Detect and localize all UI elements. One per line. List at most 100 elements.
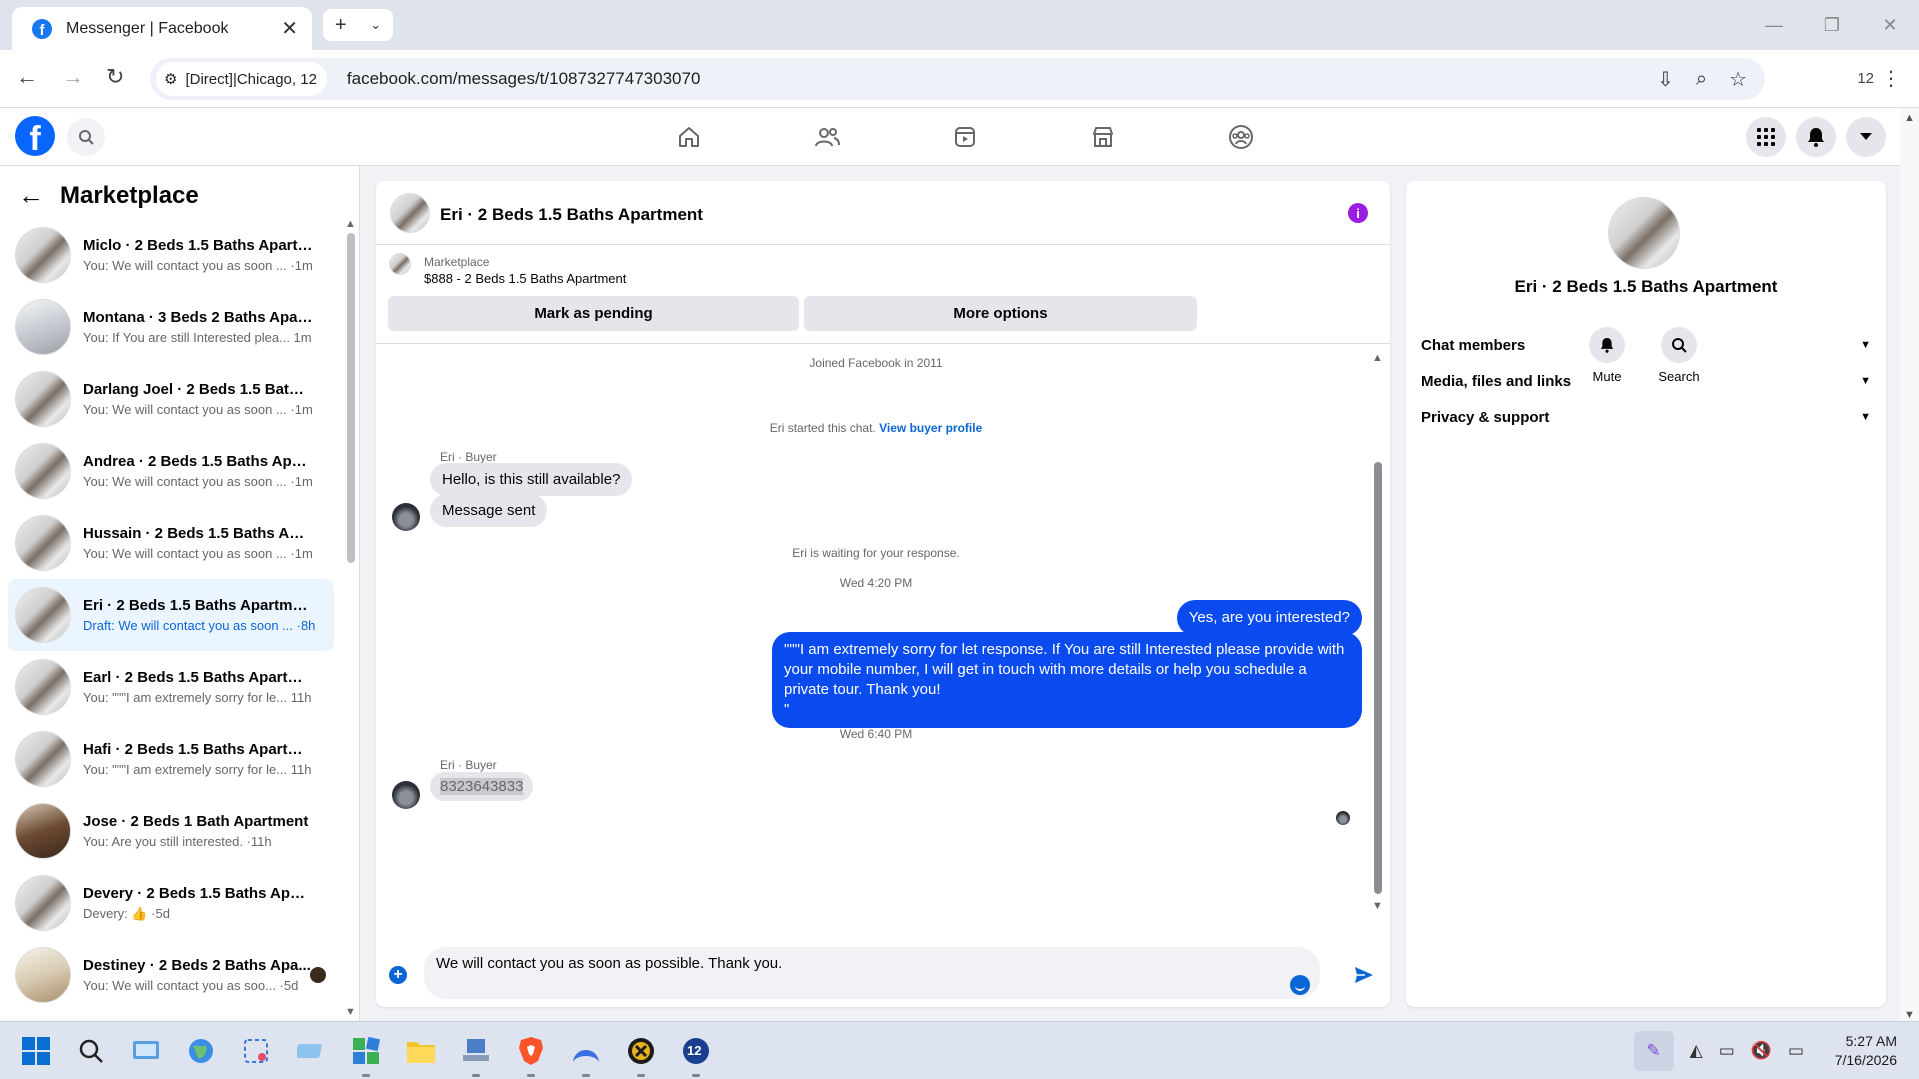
forward-arrow-icon[interactable]: → (62, 64, 84, 90)
ix-browser-icon[interactable] (621, 1031, 661, 1077)
scroll-up-icon[interactable]: ▲ (1904, 112, 1915, 124)
marketplace-icon[interactable] (1034, 108, 1172, 166)
scroll-down-icon[interactable]: ▼ (1372, 900, 1383, 912)
conversation-item[interactable]: Andrea · 2 Beds 1.5 Baths Apart... You: W… (8, 435, 334, 507)
chat-members-section[interactable]: Chat members ▼ (1421, 330, 1871, 360)
reload-icon[interactable]: ↻ (106, 64, 124, 90)
listing-row[interactable]: Marketplace $888 - 2 Beds 1.5 Baths Apar… (376, 245, 1390, 286)
close-tab-icon[interactable]: ✕ (281, 16, 298, 41)
scroll-down-icon[interactable]: ▼ (345, 1006, 356, 1018)
scrollbar-thumb[interactable] (1374, 462, 1382, 894)
conversation-item[interactable]: Montana · 3 Beds 2 Baths Apart... You: If… (8, 291, 334, 363)
info-icon[interactable]: i (1348, 203, 1368, 223)
facebook-search-icon[interactable] (67, 118, 105, 156)
message-input[interactable]: We will contact you as soon as possible.… (424, 947, 1320, 999)
browser-menu-icon[interactable]: ⋮ (1881, 66, 1901, 91)
home-icon[interactable] (620, 108, 758, 166)
listing-avatar (15, 803, 71, 859)
close-window-icon[interactable]: ✕ (1861, 15, 1919, 36)
bookmark-star-icon[interactable]: ☆ (1729, 67, 1747, 92)
omnibox[interactable]: ⚙ [Direct]|Chicago, 12 facebook.com/mess… (150, 58, 1765, 100)
mark-pending-button[interactable]: Mark as pending (388, 296, 799, 331)
conversation-item[interactable]: Hussain · 2 Beds 1.5 Baths Apart... You: … (8, 507, 334, 579)
conversation-item[interactable]: Miclo · 2 Beds 1.5 Baths Apartm... You: W… (8, 219, 334, 291)
new-tab-icon[interactable]: + (335, 14, 347, 37)
chat-title[interactable]: Eri · 2 Beds 1.5 Baths Apartment (440, 205, 703, 225)
phone-number-text: 8323643833 (440, 778, 524, 795)
running-indicator (582, 1074, 590, 1077)
conversation-item[interactable]: Jose · 2 Beds 1 Bath Apartment You: Are y… (8, 795, 334, 867)
chat-info-panel: Eri · 2 Beds 1.5 Baths Apartment Mute Se… (1406, 181, 1886, 1007)
back-arrow-icon[interactable]: ← (18, 180, 44, 211)
privacy-support-section[interactable]: Privacy & support ▼ (1421, 402, 1871, 432)
extension-count[interactable]: 12 (1857, 70, 1874, 87)
outgoing-message[interactable]: Yes, are you interested? (1176, 600, 1362, 636)
groups-icon[interactable] (1172, 108, 1310, 166)
page-scrollbar[interactable]: ▲ ▼ (1900, 108, 1919, 1021)
incoming-message-phone[interactable]: 8323643833 (430, 772, 534, 801)
browser-tab[interactable]: f Messenger | Facebook ✕ (12, 7, 312, 50)
menu-grid-icon[interactable] (1746, 117, 1786, 157)
brave-browser-icon[interactable] (511, 1031, 551, 1077)
snipping-tool-icon[interactable] (236, 1031, 276, 1071)
conversation-item[interactable]: Devery · 2 Beds 1.5 Baths Apart... Devery… (8, 867, 334, 939)
account-chevron-icon[interactable] (1846, 117, 1886, 157)
facebook-logo-icon[interactable]: f (15, 116, 55, 156)
minimize-icon[interactable]: — (1745, 15, 1803, 36)
conversation-item-active[interactable]: Eri · 2 Beds 1.5 Baths Apartment Draft: W… (8, 579, 334, 651)
incoming-message[interactable]: Hello, is this still available? (430, 463, 633, 496)
taskbar-clock[interactable]: 5:27 AM 7/16/2026 (1835, 1032, 1897, 1070)
conversation-item[interactable]: Darlang Joel · 2 Beds 1.5 Baths ... You: … (8, 363, 334, 435)
chat-scrollbar[interactable]: ▲ ▼ (1372, 352, 1384, 912)
conversation-name: Hussain · 2 Beds 1.5 Baths Apart... (83, 525, 313, 542)
conversation-item[interactable]: Destiney · 2 Beds 2 Baths Apa... You: We … (8, 939, 334, 1011)
app-grid-icon[interactable] (346, 1031, 386, 1077)
incoming-message[interactable]: Message sent (430, 494, 548, 527)
media-files-section[interactable]: Media, files and links ▼ (1421, 366, 1871, 396)
conversation-preview: You: We will contact you as soon ... ·1m (83, 474, 313, 489)
scroll-up-icon[interactable]: ▲ (345, 218, 356, 230)
conversation-item[interactable]: Earl · 2 Beds 1.5 Baths Apartment You: ""… (8, 651, 334, 723)
calendar-badge-icon[interactable]: 12 (676, 1031, 716, 1077)
running-indicator (637, 1074, 645, 1077)
globe-network-icon[interactable] (181, 1031, 221, 1071)
scroll-up-icon[interactable]: ▲ (1372, 352, 1383, 364)
tab-search-chevron-icon[interactable]: ⌄ (370, 17, 381, 33)
windows-start-icon[interactable] (16, 1031, 56, 1071)
message-input-text[interactable]: We will contact you as soon as possible.… (436, 955, 782, 972)
outgoing-message[interactable]: """I am extremely sorry for let response… (772, 632, 1362, 728)
emoji-icon[interactable] (1290, 975, 1310, 995)
scroll-down-icon[interactable]: ▼ (1904, 1009, 1915, 1021)
display-icon[interactable]: ▭ (1719, 1041, 1735, 1061)
zoom-icon[interactable]: ⌕ (1696, 68, 1707, 91)
network-computer-icon[interactable] (456, 1031, 496, 1077)
site-info-chip[interactable]: ⚙ [Direct]|Chicago, 12 (156, 62, 327, 96)
pen-icon[interactable]: ✎ (1633, 1031, 1674, 1071)
vpn-icon[interactable]: ◭ (1690, 1041, 1703, 1061)
notifications-bell-icon[interactable] (1796, 117, 1836, 157)
search-icon[interactable] (71, 1031, 111, 1071)
arc-app-icon[interactable] (566, 1031, 606, 1077)
more-options-button[interactable]: More options (804, 296, 1197, 331)
volume-muted-icon[interactable]: 🔇 (1751, 1041, 1772, 1061)
battery-icon[interactable]: ▭ (1788, 1041, 1804, 1061)
scrollbar-thumb[interactable] (347, 233, 355, 563)
buyer-avatar[interactable] (392, 503, 420, 531)
install-app-icon[interactable]: ⇩ (1657, 67, 1674, 92)
conversation-item[interactable]: Hafi · 2 Beds 1.5 Baths Apartment You: ""… (8, 723, 334, 795)
back-arrow-icon[interactable]: ← (16, 64, 38, 90)
send-icon[interactable] (1354, 966, 1374, 988)
file-explorer-icon[interactable] (401, 1031, 441, 1071)
control-panel-icon[interactable] (126, 1031, 166, 1071)
view-buyer-profile-link[interactable]: View buyer profile (879, 421, 982, 435)
restore-icon[interactable]: ❐ (1803, 15, 1861, 36)
friends-icon[interactable] (758, 108, 896, 166)
buyer-avatar[interactable] (392, 781, 420, 809)
add-attachment-icon[interactable]: + (389, 966, 407, 984)
url-text[interactable]: facebook.com/messages/t/1087327747303070 (347, 69, 700, 89)
sidebar-scrollbar[interactable]: ▲ ▼ (345, 218, 357, 1018)
video-icon[interactable] (896, 108, 1034, 166)
info-avatar[interactable] (1608, 197, 1680, 269)
storage-icon[interactable] (291, 1031, 331, 1071)
chat-avatar[interactable] (390, 193, 430, 233)
